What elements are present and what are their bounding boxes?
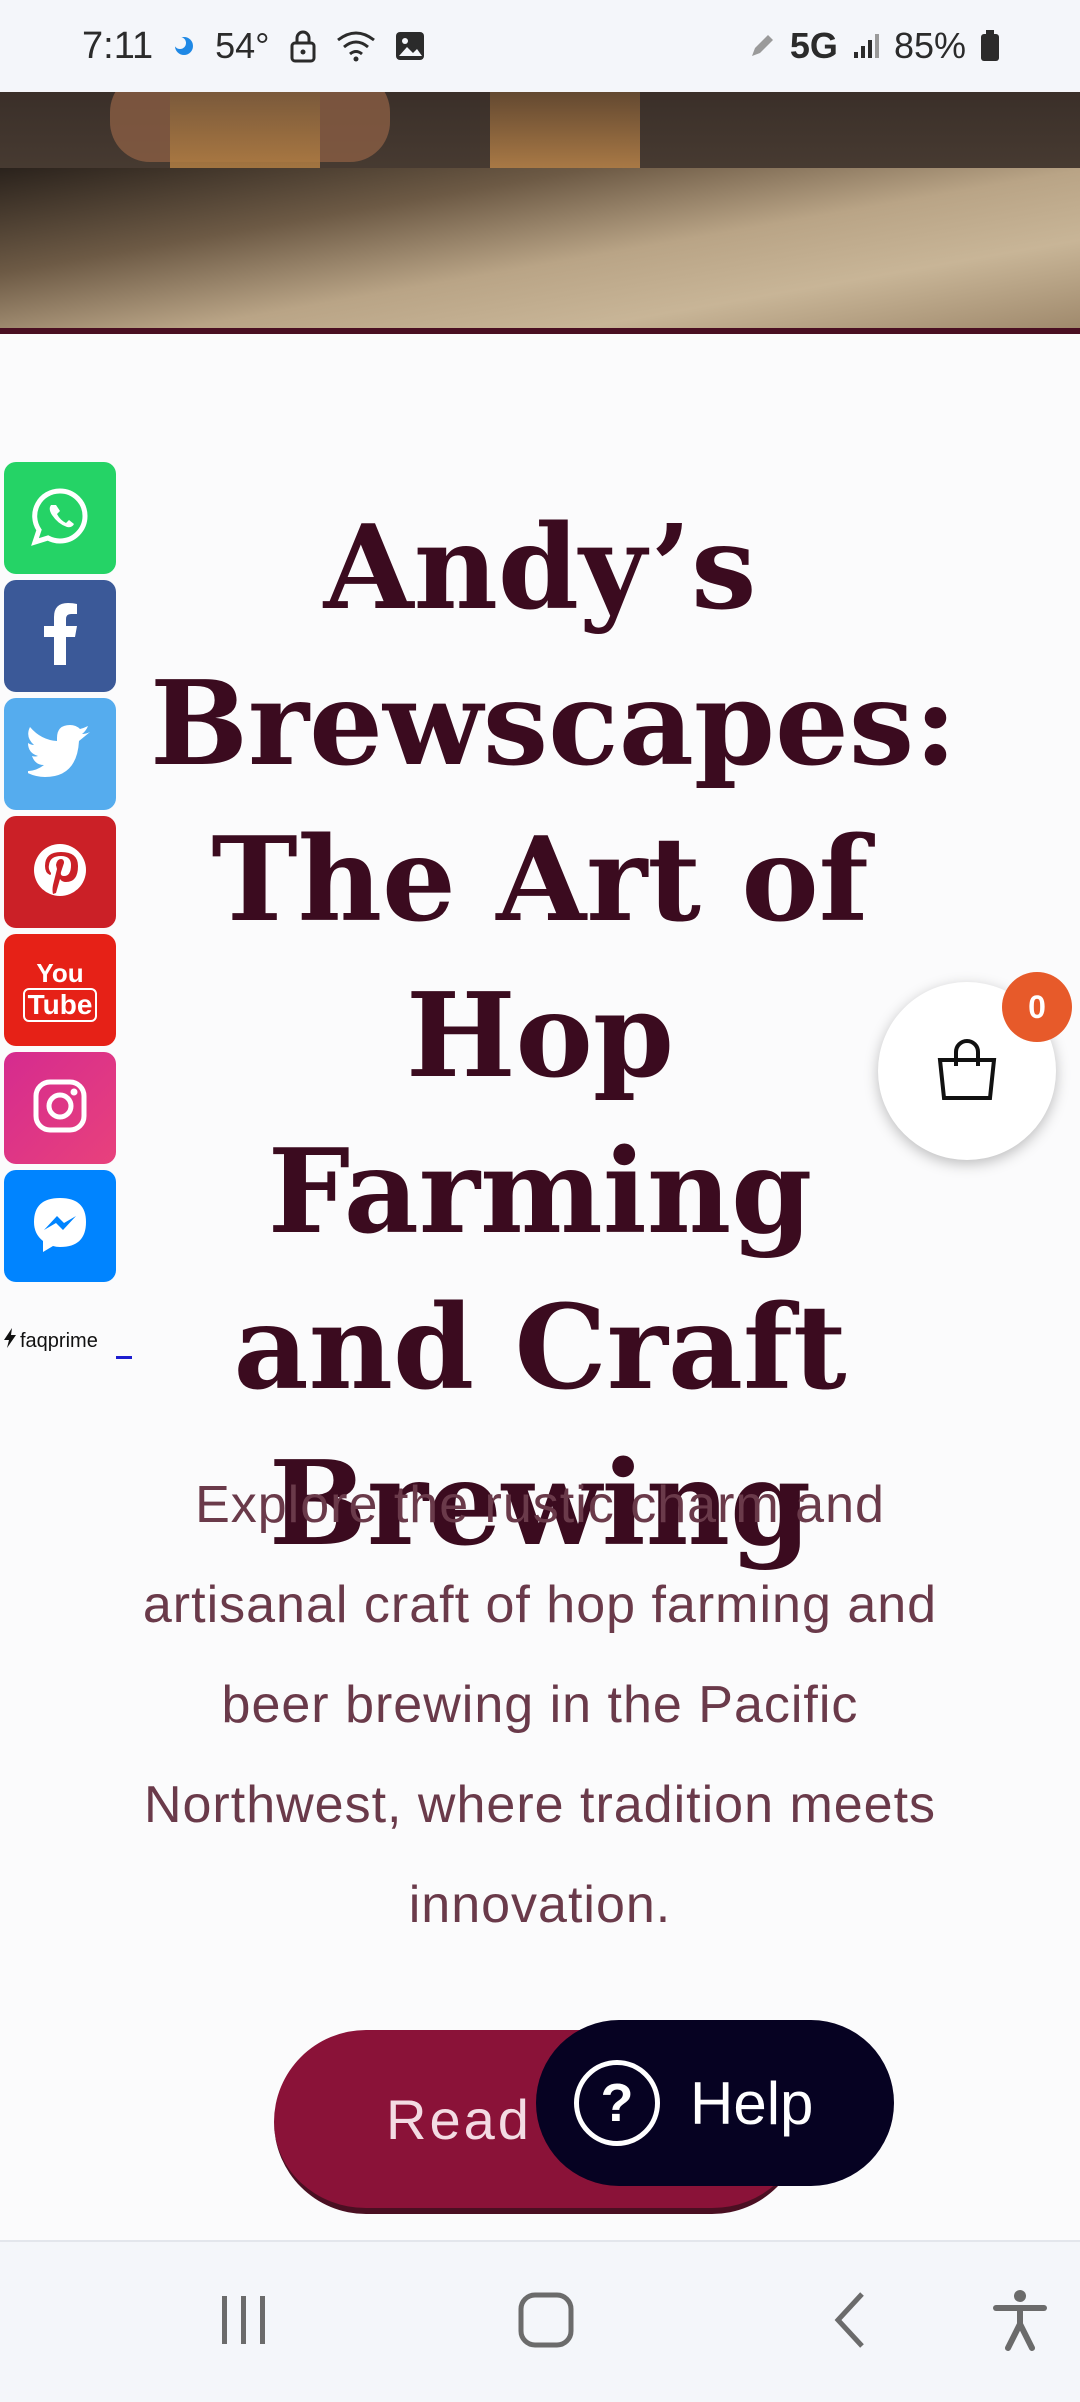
instagram-button[interactable] <box>4 1052 116 1164</box>
back-icon <box>830 2290 870 2355</box>
youtube-button[interactable]: You Tube <box>4 934 116 1046</box>
temperature: 54° <box>215 25 270 66</box>
youtube-text-top: You <box>36 958 84 988</box>
pinterest-button[interactable] <box>4 816 116 928</box>
bolt-icon <box>4 1328 16 1354</box>
pinterest-icon <box>30 840 90 905</box>
back-button[interactable] <box>780 2242 920 2402</box>
whatsapp-icon <box>29 485 91 552</box>
status-time: 7:11 <box>82 24 154 67</box>
hero-image <box>0 92 1080 328</box>
shopping-bag-icon <box>934 1036 1000 1107</box>
youtube-icon: You Tube <box>22 958 98 1022</box>
status-right: 5G 85% <box>748 0 1000 92</box>
cart-count-badge: 0 <box>1002 972 1072 1042</box>
recent-apps-icon <box>216 2292 272 2353</box>
signal-icon <box>852 32 880 60</box>
facebook-icon <box>40 602 80 670</box>
whatsapp-button[interactable] <box>4 462 116 574</box>
messenger-icon <box>30 1194 90 1259</box>
battery-percent: 85% <box>893 25 966 66</box>
messenger-button[interactable] <box>4 1170 116 1282</box>
instagram-icon <box>32 1078 88 1139</box>
recent-apps-button[interactable] <box>174 2242 314 2402</box>
battery-icon <box>980 30 1000 62</box>
weather-icon <box>171 33 197 59</box>
network-type: 5G <box>789 25 838 66</box>
faqprime-link-underline <box>116 1356 132 1359</box>
wooden-table <box>0 168 1080 328</box>
facebook-button[interactable] <box>4 580 116 692</box>
twitter-icon <box>24 724 92 784</box>
accessibility-icon <box>992 2288 1048 2357</box>
faqprime-label: faqprime <box>20 1329 98 1352</box>
status-left: 7:11 54° <box>82 0 426 92</box>
help-label: Help <box>690 2069 814 2137</box>
wifi-icon <box>336 30 376 62</box>
hero-divider <box>0 328 1080 334</box>
help-button[interactable]: ? Help <box>536 2020 894 2186</box>
twitter-button[interactable] <box>4 698 116 810</box>
faqprime-badge[interactable]: faqprime <box>4 1328 98 1354</box>
home-icon <box>516 2290 576 2355</box>
social-share-bar: You Tube <box>4 462 116 1288</box>
accessibility-button[interactable] <box>950 2242 1080 2402</box>
page-title: Andy’s Brewscapes: The Art of Hop Farmin… <box>150 500 957 1572</box>
status-bar: 7:11 54° 5G 85% <box>0 0 1080 92</box>
pen-icon <box>748 32 776 60</box>
read-more-label: Read <box>386 2087 532 2151</box>
youtube-text-bottom: Tube <box>22 988 98 1022</box>
question-icon: ? <box>574 2060 660 2146</box>
page-subtitle: Explore the rustic charm and artisanal c… <box>142 1476 938 1934</box>
lock-icon <box>288 29 318 63</box>
system-nav-bar <box>0 2240 1080 2402</box>
gallery-icon <box>394 30 426 62</box>
home-button[interactable] <box>476 2242 616 2402</box>
